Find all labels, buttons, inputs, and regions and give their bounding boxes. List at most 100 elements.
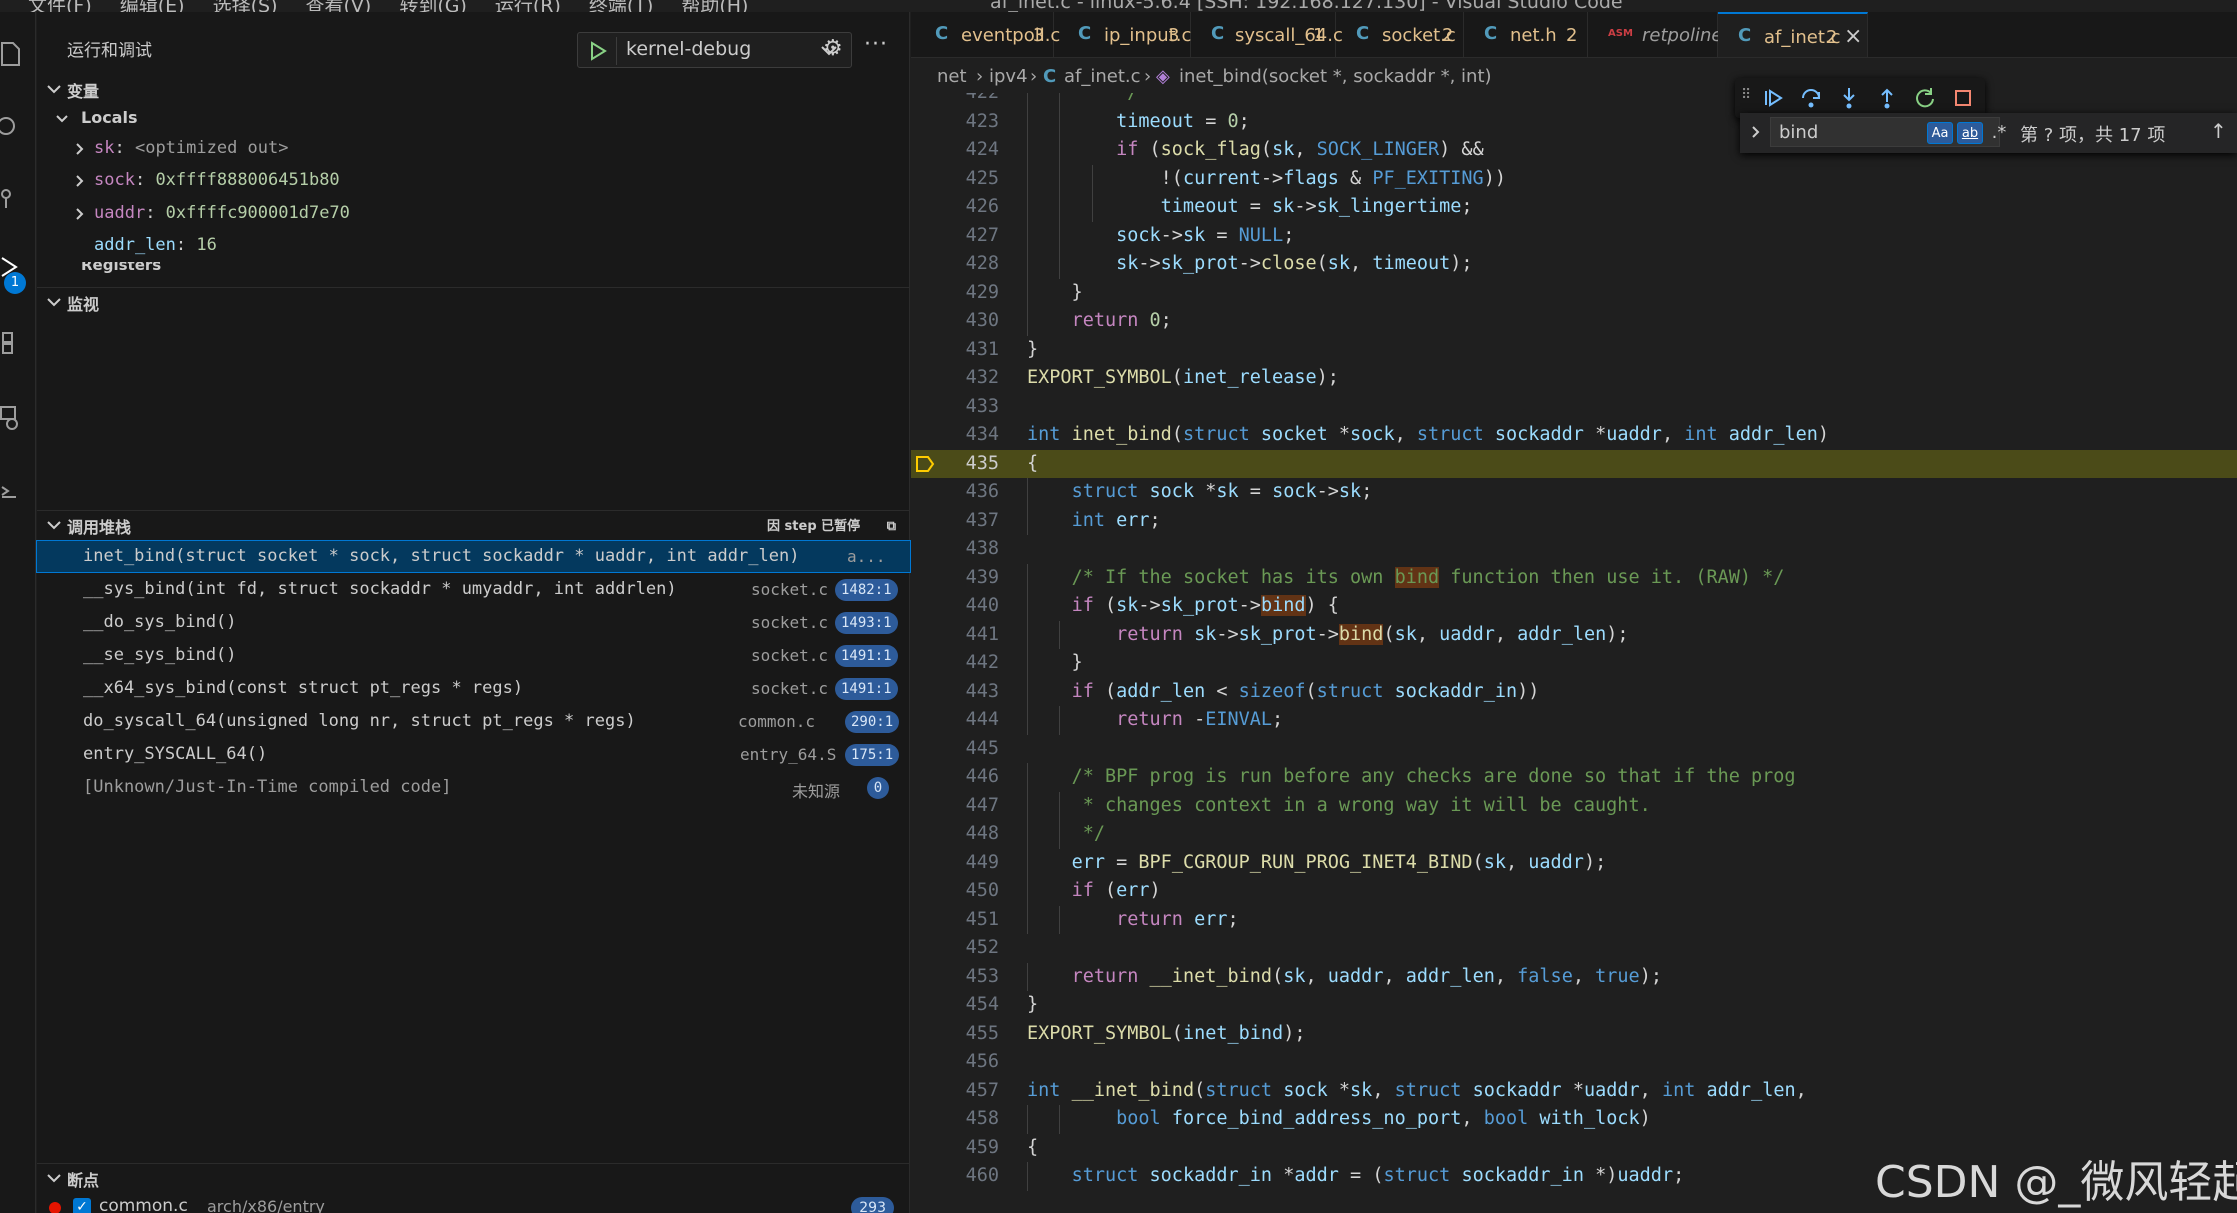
line-number[interactable]: 435 xyxy=(941,453,999,474)
menu-view[interactable]: 查看(V) xyxy=(306,0,372,12)
code-line[interactable]: 437 int err; xyxy=(911,506,2237,535)
line-number[interactable]: 429 xyxy=(941,282,999,303)
line-number[interactable]: 448 xyxy=(941,823,999,844)
variable-row[interactable]: addr_len: 16 xyxy=(37,231,910,261)
code-line[interactable]: 444 return -EINVAL; xyxy=(911,706,2237,735)
menu-bar[interactable]: 文件(F) 编辑(E) 选择(S) 查看(V) 转到(G) 运行(R) 终端(T) 帮助(H) xyxy=(28,0,776,12)
extensions-icon[interactable] xyxy=(0,327,22,357)
scope-locals[interactable]: Locals xyxy=(37,104,910,134)
tab-retpoline[interactable]: ASM retpoline.S xyxy=(1588,12,1740,57)
breakpoints-section-header[interactable]: 断点 xyxy=(37,1163,910,1191)
line-number[interactable]: 458 xyxy=(941,1108,999,1129)
code-line[interactable]: 436 struct sock *sk = sock->sk; xyxy=(911,478,2237,507)
variable-row[interactable]: uaddr: 0xffffc900001d7e70 xyxy=(37,199,910,229)
line-number[interactable]: 455 xyxy=(941,1023,999,1044)
close-icon[interactable]: × xyxy=(1844,24,1862,49)
stack-frame[interactable]: __sys_bind(int fd, struct sockaddr * umy… xyxy=(37,574,910,605)
line-number[interactable]: 453 xyxy=(941,966,999,987)
code-line[interactable]: 427 sock->sk = NULL; xyxy=(911,221,2237,250)
code-line[interactable]: 440 if (sk->sk_prot->bind) { xyxy=(911,592,2237,621)
breadcrumb-item[interactable]: net xyxy=(937,66,967,87)
continue-icon[interactable] xyxy=(1759,84,1787,112)
variable-row[interactable]: sock: 0xffff888006451b80 xyxy=(37,166,910,196)
line-number[interactable]: 433 xyxy=(941,396,999,417)
line-number[interactable]: 438 xyxy=(941,538,999,559)
line-number[interactable]: 440 xyxy=(941,595,999,616)
code-line[interactable]: 442 } xyxy=(911,649,2237,678)
code-line[interactable]: 426 timeout = sk->sk_lingertime; xyxy=(911,193,2237,222)
tab-net-h[interactable]: C net.h 2 xyxy=(1464,12,1588,57)
breakpoint-checkbox[interactable]: ✓ xyxy=(73,1198,91,1213)
search-icon[interactable] xyxy=(0,112,22,142)
code-line[interactable]: 451 return err; xyxy=(911,905,2237,934)
code-line[interactable]: 432 EXPORT_SYMBOL(inet_release); xyxy=(911,364,2237,393)
code-line[interactable]: 429 } xyxy=(911,278,2237,307)
line-number[interactable]: 424 xyxy=(941,139,999,160)
line-number[interactable]: 442 xyxy=(941,652,999,673)
line-number[interactable]: 423 xyxy=(941,111,999,132)
code-line[interactable]: 443 if (addr_len < sizeof(struct sockadd… xyxy=(911,677,2237,706)
menu-selection[interactable]: 选择(S) xyxy=(213,0,278,12)
regex-toggle[interactable]: .* xyxy=(1987,122,2011,144)
line-number[interactable]: 436 xyxy=(941,481,999,502)
stack-frame[interactable]: __x64_sys_bind(const struct pt_regs * re… xyxy=(37,673,910,704)
restart-icon[interactable] xyxy=(1911,84,1939,112)
code-line[interactable]: 448 */ xyxy=(911,820,2237,849)
code-line[interactable]: 458 bool force_bind_address_no_port, boo… xyxy=(911,1105,2237,1134)
line-number[interactable]: 457 xyxy=(941,1080,999,1101)
code-line[interactable]: 452 xyxy=(911,934,2237,963)
explorer-icon[interactable] xyxy=(0,37,22,67)
line-number[interactable]: 459 xyxy=(941,1137,999,1158)
code-line[interactable]: 453 return __inet_bind(sk, uaddr, addr_l… xyxy=(911,962,2237,991)
line-number[interactable]: 443 xyxy=(941,681,999,702)
line-number[interactable]: 425 xyxy=(941,168,999,189)
code-line[interactable]: 422 */ xyxy=(911,93,2237,108)
code-editor[interactable]: 422 */ 423 timeout = 0; 424 if (sock_flag(… xyxy=(911,93,2237,1213)
breadcrumb-item[interactable]: af_inet.c xyxy=(1064,66,1141,87)
line-number[interactable]: 426 xyxy=(941,196,999,217)
source-control-icon[interactable] xyxy=(0,182,22,212)
stack-frame[interactable]: __do_sys_bind() socket.c 1493:1 xyxy=(37,607,910,638)
testing-icon[interactable] xyxy=(0,477,22,507)
code-line[interactable]: 428 sk->sk_prot->close(sk, timeout); xyxy=(911,250,2237,279)
breadcrumb-item[interactable]: ipv4 xyxy=(989,66,1028,87)
remote-explorer-icon[interactable] xyxy=(0,402,22,432)
variable-row[interactable]: sk: <optimized out> xyxy=(37,134,910,164)
menu-go[interactable]: 转到(G) xyxy=(399,0,467,12)
stack-frame[interactable]: inet_bind(struct socket * sock, struct s… xyxy=(36,540,911,573)
code-line[interactable]: 457 int __inet_bind(struct sock *sk, stru… xyxy=(911,1077,2237,1106)
line-number[interactable]: 437 xyxy=(941,510,999,531)
line-number[interactable]: 452 xyxy=(941,937,999,958)
code-line[interactable]: 450 if (err) xyxy=(911,877,2237,906)
code-line[interactable]: 449 err = BPF_CGROUP_RUN_PROG_INET4_BIND… xyxy=(911,848,2237,877)
code-line[interactable]: 445 xyxy=(911,735,2237,764)
step-out-icon[interactable] xyxy=(1873,84,1901,112)
line-number[interactable]: 451 xyxy=(941,909,999,930)
whole-word-toggle[interactable]: ab xyxy=(1957,122,1983,144)
line-number[interactable]: 460 xyxy=(941,1165,999,1186)
line-number[interactable]: 428 xyxy=(941,253,999,274)
start-debugging-icon[interactable] xyxy=(588,40,608,62)
line-number[interactable]: 446 xyxy=(941,766,999,787)
tab-ip-input[interactable]: C ip_input.c 3 xyxy=(1054,12,1191,57)
code-line[interactable]: 456 xyxy=(911,1048,2237,1077)
stack-frame[interactable]: entry_SYSCALL_64() entry_64.S 175:1 xyxy=(37,739,910,770)
match-case-toggle[interactable]: Aa xyxy=(1927,122,1953,144)
scope-registers[interactable]: Registers xyxy=(37,262,910,276)
code-line[interactable]: 441 return sk->sk_prot->bind(sk, uaddr, … xyxy=(911,620,2237,649)
menu-help[interactable]: 帮助(H) xyxy=(681,0,748,12)
tab-syscall-64[interactable]: C syscall_64.c 1 xyxy=(1191,12,1343,57)
breakpoint-row[interactable]: ✓ common.c arch/x86/entry 293 xyxy=(37,1192,910,1213)
code-line[interactable]: 454} xyxy=(911,991,2237,1020)
code-line[interactable]: 430 return 0; xyxy=(911,307,2237,336)
callstack-section-header[interactable]: 调用堆栈 因 step 已暂停 ⧉ xyxy=(37,510,910,538)
code-line[interactable]: 446 /* BPF prog is run before any checks… xyxy=(911,763,2237,792)
tab-socket[interactable]: C socket.c 2 xyxy=(1336,12,1464,57)
more-actions-icon[interactable]: ··· xyxy=(864,32,894,62)
line-number[interactable]: 430 xyxy=(941,310,999,331)
collapse-all-icon[interactable]: ⧉ xyxy=(887,519,896,534)
line-number[interactable]: 444 xyxy=(941,709,999,730)
tab-eventpoll[interactable]: C eventpoll.c 3 xyxy=(911,12,1060,57)
breadcrumb-item[interactable]: inet_bind(socket *, sockaddr *, int) xyxy=(1179,66,1492,87)
code-line[interactable]: 433 xyxy=(911,393,2237,422)
